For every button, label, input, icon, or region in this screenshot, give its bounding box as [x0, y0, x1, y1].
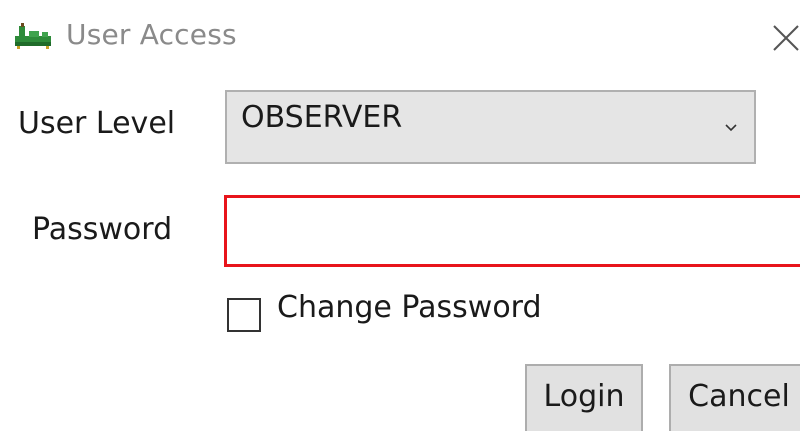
change-password-label[interactable]: Change Password — [277, 290, 542, 325]
close-icon[interactable] — [764, 16, 800, 56]
change-password-checkbox[interactable] — [227, 298, 261, 332]
user-level-label: User Level — [18, 106, 176, 141]
password-field[interactable] — [224, 195, 800, 267]
login-button[interactable]: Login — [525, 364, 643, 431]
cancel-button[interactable]: Cancel — [669, 364, 800, 431]
user-level-select[interactable]: OBSERVER — [225, 90, 756, 164]
cancel-button-label: Cancel — [688, 378, 790, 414]
chevron-down-icon — [721, 118, 741, 138]
title-bar: User Access — [0, 0, 800, 72]
user-access-dialog: User Access User Level OBSERVER Password… — [0, 0, 800, 431]
window-title: User Access — [66, 18, 237, 51]
app-board-icon — [12, 22, 54, 50]
login-button-label: Login — [543, 378, 625, 414]
user-level-value: OBSERVER — [241, 100, 403, 135]
password-label: Password — [32, 212, 173, 247]
